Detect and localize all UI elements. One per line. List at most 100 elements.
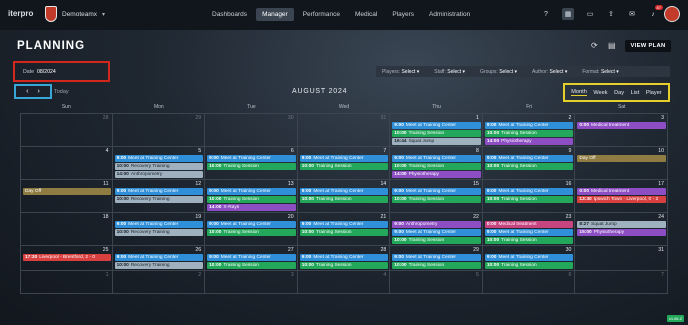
calendar-event[interactable]: 9:00 Meet at Training Center (484, 155, 574, 162)
calendar-day-cell[interactable]: 7 9:00 Meet at Training Center 10:00 Trainin… (298, 147, 391, 179)
nav-item-performance[interactable]: Performance (297, 8, 346, 21)
calendar-day-cell[interactable]: 6 (483, 271, 576, 293)
chevron-right-icon[interactable]: › (38, 88, 40, 95)
document-icon[interactable]: ▤ (608, 41, 616, 50)
calendar-event[interactable]: 16:44 Squat Jump (392, 138, 481, 145)
calendar-event[interactable]: 10:00 Recovery Training (114, 163, 204, 170)
calendar-day-cell[interactable]: 13 9:00 Meet at Training Center 10:00 Traini… (205, 180, 298, 212)
calendar-day-cell[interactable]: 29 (113, 114, 206, 146)
calendar-day-cell[interactable]: 14 9:00 Meet at Training Center 10:00 Traini… (298, 180, 391, 212)
nav-item-medical[interactable]: Medical (349, 8, 383, 21)
calendar-day-cell[interactable]: 1 (20, 271, 113, 293)
calendar-day-cell[interactable]: 29 9:00 Meet at Training Center 10:00 Traini… (390, 246, 483, 270)
calendar-day-cell[interactable]: 5 (390, 271, 483, 293)
calendar-event[interactable]: 10:00 Training Session (392, 163, 481, 170)
calendar-event[interactable]: 9:00 Meet at Training Center (484, 188, 574, 195)
calendar-event[interactable]: 17:30 Liverpool - Brentford, 2 - 0 (23, 254, 111, 261)
view-plan-button[interactable]: VIEW PLAN (625, 40, 671, 52)
calendar-event[interactable]: Day Off (577, 155, 666, 162)
calendar-event[interactable]: 10:00 Training Session (484, 196, 574, 203)
calendar-day-cell[interactable]: 1 9:00 Meet at Training Center 10:00 Trainin… (390, 114, 483, 146)
calendar-day-cell[interactable]: 25 17:30 Liverpool - Brentford, 2 - 0 (20, 246, 113, 270)
calendar-event[interactable]: 10:00 Training Session (484, 163, 574, 170)
upload-icon[interactable]: ⇪ (606, 9, 616, 19)
calendar-event[interactable]: 10:00 Training Session (207, 196, 296, 203)
calendar-day-cell[interactable]: 26 9:00 Meet at Training Center 10:00 Recove… (113, 246, 206, 270)
view-week-button[interactable]: Week (593, 90, 607, 96)
calendar-day-cell[interactable]: 10 Day Off (575, 147, 668, 179)
calendar-event[interactable]: 9:00 Meet at Training Center (114, 188, 204, 195)
nav-item-administration[interactable]: Administration (423, 8, 476, 21)
view-player-button[interactable]: Player (646, 90, 662, 96)
filter-groups[interactable]: Groups: Select ▾ (480, 69, 517, 75)
calendar-event[interactable]: 10:00 Training Session (207, 163, 296, 170)
calendar-day-cell[interactable]: 27 9:00 Meet at Training Center 10:00 Traini… (205, 246, 298, 270)
filter-author[interactable]: Author: Select ▾ (532, 69, 567, 75)
calendar-day-cell[interactable]: 21 9:00 Meet at Training Center 10:00 Traini… (298, 213, 391, 245)
calendar-event[interactable]: 10:00 Training Session (299, 163, 389, 170)
chevron-left-icon[interactable]: ‹ (26, 88, 28, 95)
calendar-event[interactable]: 10:00 Training Session (299, 262, 389, 269)
view-day-button[interactable]: Day (614, 90, 624, 96)
calendar-day-cell[interactable]: 20 9:00 Meet at Training Center 10:00 Traini… (205, 213, 298, 245)
club-selector[interactable]: Demoteamx ▾ (45, 6, 105, 22)
calendar-event[interactable]: 0:00 Medical treatment (484, 221, 574, 228)
nav-item-dashboards[interactable]: Dashboards (206, 8, 253, 21)
today-button[interactable]: Today (54, 89, 69, 95)
filter-format[interactable]: Format: Select ▾ (582, 69, 618, 75)
calendar-day-cell[interactable]: 9 9:00 Meet at Training Center 10:00 Trainin… (483, 147, 576, 179)
user-avatar[interactable] (664, 6, 680, 22)
calendar-event[interactable]: 13:30 Ipswich Town - Liverpool, 0 - 2 (577, 196, 666, 203)
calendar-day-cell[interactable]: 16 9:00 Meet at Training Center 10:00 Traini… (483, 180, 576, 212)
calendar-event[interactable]: 9:00 Meet at Training Center (114, 221, 204, 228)
calendar-day-cell[interactable]: 5 9:00 Meet at Training Center 10:00 Recover… (113, 147, 206, 179)
calendar-event[interactable]: 9:00 Meet at Training Center (207, 155, 296, 162)
calendar-event[interactable]: 9:00 Meet at Training Center (484, 122, 574, 129)
calendar-event[interactable]: 10:00 Recovery Training (114, 196, 204, 203)
calendar-day-cell[interactable]: 6 9:00 Meet at Training Center 10:00 Trainin… (205, 147, 298, 179)
filter-staff[interactable]: Staff: Select ▾ (434, 69, 465, 75)
calendar-event[interactable]: 9:00 Meet at Training Center (484, 229, 574, 236)
calendar-day-cell[interactable]: 23 0:00 Medical treatment 9:00 Meet at Train… (483, 213, 576, 245)
calendar-day-cell[interactable]: 2 9:00 Meet at Training Center 10:00 Trainin… (483, 114, 576, 146)
calendar-day-cell[interactable]: 30 9:00 Meet at Training Center 10:00 Traini… (483, 246, 576, 270)
calendar-day-cell[interactable]: 15 9:00 Meet at Training Center 10:00 Traini… (390, 180, 483, 212)
view-list-button[interactable]: List (631, 90, 640, 96)
bell-icon[interactable]: ♪ 87 (648, 5, 663, 19)
calendar-day-cell[interactable]: 18 (20, 213, 113, 245)
calendar-day-cell[interactable]: 17 0:00 Medical treatment 13:30 Ipswich Town… (575, 180, 668, 212)
calendar-event[interactable]: 15:00 Physiotherapy (577, 229, 666, 236)
calendar-event[interactable]: 10:00 Training Session (299, 196, 389, 203)
calendar-event[interactable]: 9:00 Meet at Training Center (484, 254, 574, 261)
date-field[interactable]: Date 08/2024 (13, 61, 110, 82)
calendar-day-cell[interactable]: 8 9:00 Meet at Training Center 10:00 Trainin… (390, 147, 483, 179)
calendar-day-cell[interactable]: 4 (20, 147, 113, 179)
calendar-day-cell[interactable]: 28 (20, 114, 113, 146)
calendar-event[interactable]: 10:00 Recovery Training (114, 229, 204, 236)
calendar-event[interactable]: 10:00 Training Session (392, 196, 481, 203)
calendar-day-cell[interactable]: 4 (298, 271, 391, 293)
calendar-day-cell[interactable]: 24 8:27 Squat Jump 15:00 Physiotherapy (575, 213, 668, 245)
view-month-button[interactable]: Month (571, 89, 587, 96)
nav-item-manager[interactable]: Manager (256, 8, 294, 21)
calendar-icon[interactable]: ▦ (562, 8, 574, 20)
calendar-event[interactable]: 10:00 Training Session (484, 262, 574, 269)
filter-players[interactable]: Players: Select ▾ (382, 69, 419, 75)
calendar-event[interactable]: 14:00 Anthropometry (114, 171, 204, 178)
refresh-icon[interactable]: ⟳ (591, 41, 598, 50)
calendar-event[interactable]: 9:00 Meet at Training Center (114, 155, 204, 162)
calendar-event[interactable]: Day Off (23, 188, 111, 195)
folder-icon[interactable]: ▭ (585, 9, 595, 19)
brand-logo[interactable]: iterpro (8, 9, 33, 18)
calendar-event[interactable]: 9:00 Meet at Training Center (207, 188, 296, 195)
calendar-event[interactable]: 10:00 Recovery Training (114, 262, 204, 269)
calendar-event[interactable]: 10:00 Training Session (392, 237, 481, 244)
date-value[interactable]: 08/2024 (37, 69, 56, 75)
calendar-event[interactable]: 9:00 Meet at Training Center (392, 155, 481, 162)
calendar-event[interactable]: 10:00 Training Session (299, 229, 389, 236)
nav-item-players[interactable]: Players (386, 8, 420, 21)
calendar-event[interactable]: 14:00 X-Rays (207, 204, 296, 211)
calendar-event[interactable]: 9:00 Meet at Training Center (299, 221, 389, 228)
calendar-event[interactable]: 0:00 Medical treatment (577, 122, 666, 129)
chat-icon[interactable]: ✉ (627, 9, 637, 19)
